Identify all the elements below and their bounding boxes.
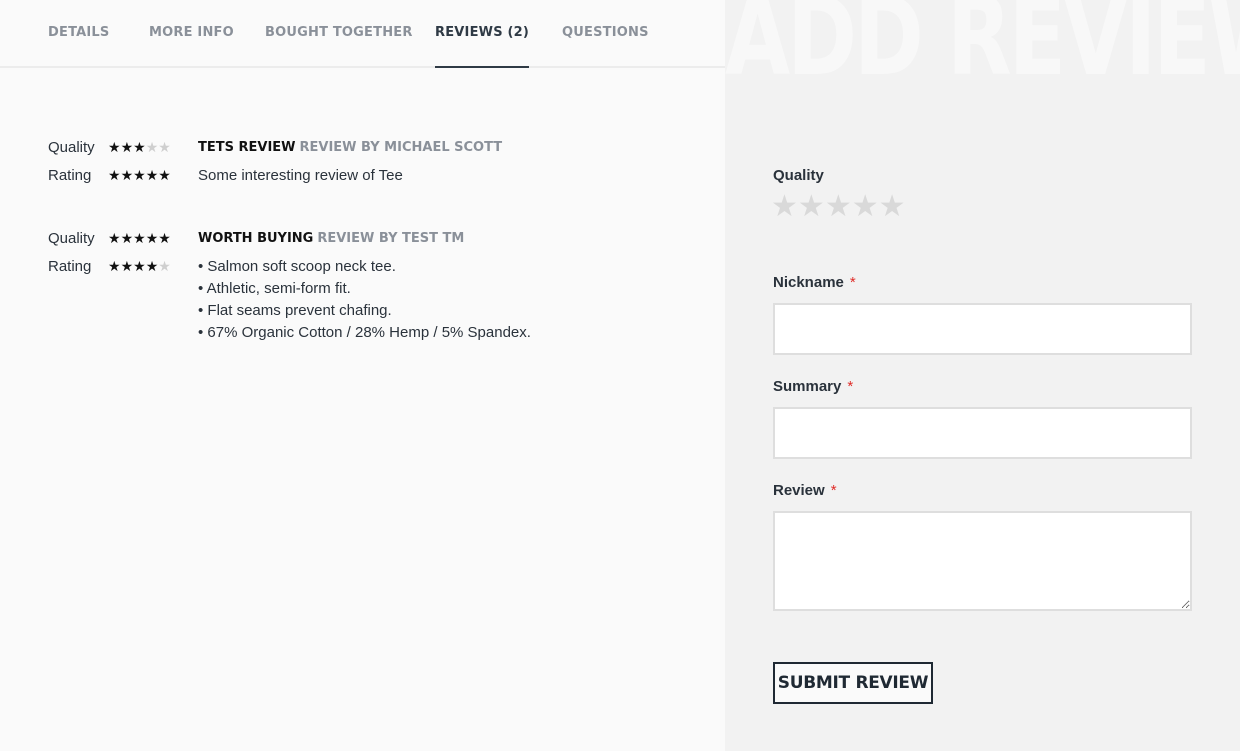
- review-title: TETS REVIEW: [198, 139, 296, 155]
- required-mark: *: [847, 378, 854, 395]
- nickname-field[interactable]: [773, 303, 1192, 355]
- add-review-panel: ADD REVIEW Quality ★★★★★ Nickname* Summa…: [725, 0, 1240, 751]
- submit-review-button[interactable]: SUBMIT REVIEW: [773, 662, 933, 704]
- required-mark: *: [849, 274, 856, 291]
- star-icon[interactable]: ★: [771, 190, 798, 223]
- tab-bar: DETAILS MORE INFO BOUGHT TOGETHER REVIEW…: [0, 0, 725, 68]
- summary-field[interactable]: [773, 407, 1192, 459]
- star-icon: ★: [133, 167, 146, 183]
- star-icon: ★: [108, 230, 121, 246]
- review-label-text: Review: [773, 482, 825, 499]
- summary-label-text: Summary: [773, 378, 842, 395]
- review-heading: WORTH BUYING REVIEW BY TEST TM: [198, 228, 464, 248]
- rating-stars: ★★★★★: [108, 259, 171, 273]
- tab-reviews[interactable]: REVIEWS (2): [435, 25, 530, 68]
- rating-label: Quality: [48, 138, 95, 156]
- quality-label: Quality: [773, 167, 824, 184]
- tab-more-info[interactable]: MORE INFO: [149, 25, 234, 68]
- star-icon: ★: [120, 258, 134, 274]
- rating-stars: ★★★★★: [108, 168, 171, 182]
- star-icon: ★: [145, 139, 159, 155]
- review-label: Review *: [773, 482, 837, 499]
- rating-row-quality: Quality ★★★★★: [48, 137, 171, 157]
- star-icon: ★: [120, 139, 134, 155]
- star-icon: ★: [133, 230, 146, 246]
- star-icon: ★: [120, 167, 134, 183]
- star-icon: ★: [133, 258, 146, 274]
- required-mark: *: [830, 482, 837, 499]
- nickname-label: Nickname *: [773, 274, 856, 291]
- rating-row-rating: Rating ★★★★★: [48, 256, 171, 276]
- star-icon: ★: [158, 230, 171, 246]
- star-icon: ★: [158, 167, 171, 183]
- star-icon: ★: [108, 167, 121, 183]
- star-icon: ★: [145, 167, 159, 183]
- review-body-line: Some interesting review of Tee: [198, 167, 403, 184]
- summary-label: Summary *: [773, 378, 853, 395]
- review-author: REVIEW BY MICHAEL SCOTT: [299, 139, 503, 155]
- nickname-label-text: Nickname: [773, 274, 844, 291]
- rating-row-rating: Rating ★★★★★: [48, 165, 171, 185]
- review-body-line: • Athletic, semi-form fit.: [198, 280, 351, 297]
- rating-stars: ★★★★★: [108, 140, 171, 154]
- review-title: WORTH BUYING: [198, 230, 314, 246]
- add-review-background-title: ADD REVIEW: [725, 0, 1240, 100]
- rating-row-quality: Quality ★★★★★: [48, 228, 171, 248]
- star-icon: ★: [145, 258, 159, 274]
- review-heading: TETS REVIEW REVIEW BY MICHAEL SCOTT: [198, 137, 502, 157]
- star-icon[interactable]: ★: [879, 190, 906, 223]
- review-body-line: • Flat seams prevent chafing.: [198, 302, 392, 319]
- review-author: REVIEW BY TEST TM: [317, 230, 465, 246]
- quality-rating-input[interactable]: ★★★★★: [771, 192, 906, 222]
- review-body-line: • 67% Organic Cotton / 28% Hemp / 5% Spa…: [198, 324, 531, 341]
- star-icon: ★: [158, 139, 171, 155]
- star-icon: ★: [108, 139, 121, 155]
- review-body: • Salmon soft scoop neck tee. • Athletic…: [198, 256, 678, 344]
- review-body: Some interesting review of Tee: [198, 165, 678, 187]
- review-textarea[interactable]: [773, 511, 1192, 611]
- star-icon: ★: [158, 258, 171, 274]
- star-icon[interactable]: ★: [825, 190, 852, 223]
- star-icon: ★: [108, 258, 121, 274]
- star-icon[interactable]: ★: [798, 190, 825, 223]
- star-icon: ★: [145, 230, 159, 246]
- star-icon[interactable]: ★: [852, 190, 879, 223]
- star-icon: ★: [120, 230, 134, 246]
- review-body-line: • Salmon soft scoop neck tee.: [198, 258, 396, 275]
- tab-details[interactable]: DETAILS: [48, 25, 109, 68]
- tab-questions[interactable]: QUESTIONS: [562, 25, 649, 68]
- tab-bought-together[interactable]: BOUGHT TOGETHER: [265, 25, 413, 68]
- rating-label: Rating: [48, 166, 92, 184]
- reviews-panel: DETAILS MORE INFO BOUGHT TOGETHER REVIEW…: [0, 0, 725, 751]
- rating-stars: ★★★★★: [108, 231, 171, 245]
- rating-label: Quality: [48, 229, 95, 247]
- rating-label: Rating: [48, 257, 92, 275]
- star-icon: ★: [133, 139, 146, 155]
